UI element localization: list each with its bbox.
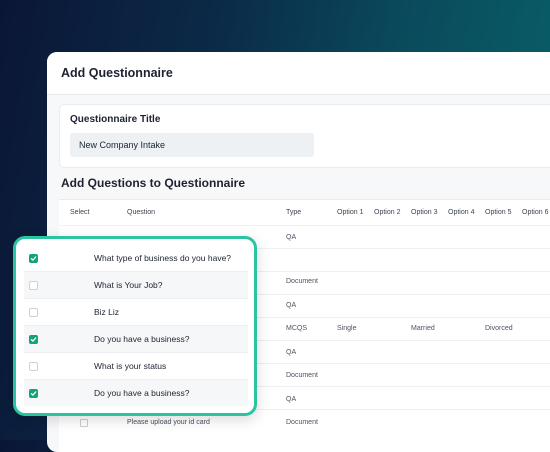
checkmark-icon	[30, 336, 37, 342]
header-option-1: Option 1	[337, 209, 364, 216]
questionnaire-title-label: Questionnaire Title	[70, 114, 161, 125]
callout-question: What is your status	[94, 361, 167, 371]
header-option-4: Option 4	[448, 209, 475, 216]
highlighted-questions-callout: What type of business do you have? What …	[13, 236, 257, 416]
callout-question: Do you have a business?	[94, 334, 190, 344]
header-option-2: Option 2	[374, 209, 401, 216]
callout-row[interactable]: Do you have a business?	[24, 380, 248, 406]
row-5-option-1: Single	[337, 325, 357, 332]
row-5-option-3: Married	[411, 325, 435, 332]
question-checkbox[interactable]	[29, 307, 38, 317]
row-1-type: QA	[286, 234, 297, 241]
callout-row[interactable]: What type of business do you have?	[24, 245, 248, 272]
row-8-type: QA	[286, 396, 297, 403]
header-option-3: Option 3	[411, 209, 438, 216]
header-option-6: Option 6	[522, 209, 549, 216]
row-7-type: Document	[286, 372, 318, 379]
row-5-option-5: Divorced	[485, 325, 513, 332]
header-option-5: Option 5	[485, 209, 512, 216]
callout-row[interactable]: Biz Liz	[24, 299, 248, 326]
callout-row[interactable]: What is your status	[24, 353, 248, 380]
header-type: Type	[286, 209, 302, 216]
row-6-type: QA	[286, 349, 297, 356]
row-3-type: Document	[286, 278, 318, 285]
row-4-type: QA	[286, 302, 297, 309]
header-question: Question	[127, 209, 156, 216]
row-9-type: Document	[286, 419, 318, 426]
question-checkbox[interactable]	[29, 280, 38, 290]
row-divider	[59, 225, 550, 226]
callout-question: What type of business do you have?	[94, 253, 232, 263]
checkmark-icon	[30, 255, 37, 261]
questionnaire-title-input[interactable]	[70, 133, 314, 157]
callout-question: Biz Liz	[94, 307, 120, 317]
question-checkbox[interactable]	[29, 361, 38, 371]
row-9-question: Please upload your id card	[127, 419, 210, 426]
question-checkbox-checked[interactable]	[29, 388, 38, 398]
callout-question: Do you have a business?	[94, 388, 190, 398]
questionnaire-title-card: Questionnaire Title	[59, 104, 550, 168]
question-checkbox-checked[interactable]	[29, 334, 38, 344]
question-checkbox-checked[interactable]	[29, 253, 38, 263]
header-select: Select	[70, 209, 90, 216]
checkmark-icon	[30, 390, 37, 396]
callout-question: What is Your Job?	[94, 280, 163, 290]
row-9-checkbox[interactable]	[80, 419, 88, 427]
section-title: Add Questions to Questionnaire	[61, 176, 246, 190]
row-5-type: MCQS	[286, 325, 307, 332]
callout-row[interactable]: What is Your Job?	[24, 272, 248, 299]
panel-title: Add Questionnaire	[61, 66, 173, 80]
panel-header: Add Questionnaire	[47, 52, 550, 95]
callout-row[interactable]: Do you have a business?	[24, 326, 248, 353]
